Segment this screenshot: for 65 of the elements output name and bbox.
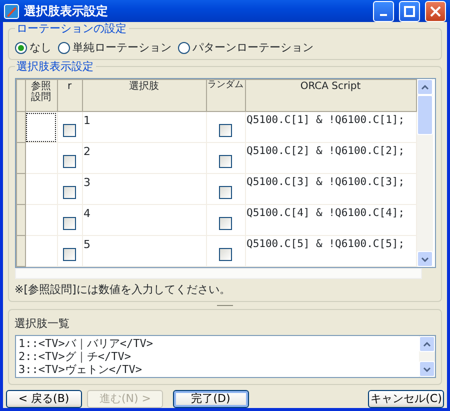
choice-text-cell[interactable]: 2	[82, 142, 206, 174]
choice-text-cell[interactable]: 3	[82, 174, 206, 205]
vertical-scrollbar[interactable]	[416, 79, 432, 268]
scroll-down-icon[interactable]	[418, 361, 434, 377]
radio-label[interactable]: 単純ローテーション	[72, 40, 172, 57]
checkbox[interactable]	[219, 217, 232, 230]
close-button[interactable]	[425, 0, 446, 22]
script-cell[interactable]: Q5100.C[3] & !Q6100.C[3];	[245, 174, 416, 205]
checkbox[interactable]	[63, 186, 76, 200]
choice-text-cell[interactable]: 4	[82, 204, 206, 236]
reference-cell[interactable]	[25, 204, 57, 236]
radio-label[interactable]: なし	[30, 40, 52, 57]
dialog-button[interactable]: < 戻る(B)	[6, 390, 82, 408]
column-header[interactable]: 選択肢	[82, 80, 206, 112]
reference-cell[interactable]	[25, 236, 57, 267]
checkbox[interactable]	[63, 124, 76, 138]
script-cell[interactable]: Q5100.C[2] & !Q6100.C[2];	[245, 142, 416, 174]
checkbox[interactable]	[219, 124, 232, 138]
minimize-icon	[380, 14, 387, 16]
script-cell[interactable]: Q5100.C[1] & !Q6100.C[1];	[245, 112, 416, 143]
checkbox[interactable]	[219, 155, 232, 168]
script-cell[interactable]: Q5100.C[5] & !Q6100.C[5];	[245, 236, 416, 267]
scroll-up-icon[interactable]	[418, 336, 434, 352]
choice-text-cell[interactable]: 1	[82, 112, 206, 143]
splitter-grip-icon[interactable]	[217, 304, 233, 308]
checkbox[interactable]	[219, 248, 232, 262]
choice-text-cell[interactable]: 5	[82, 236, 206, 267]
reference-cell[interactable]	[25, 112, 57, 143]
radio-button[interactable]	[178, 42, 190, 54]
checkbox[interactable]	[63, 155, 76, 168]
dialog-button[interactable]: 完了(D)	[172, 390, 249, 408]
group-label: 選択肢表示設定	[14, 60, 96, 73]
checkbox[interactable]	[63, 217, 76, 230]
dialog-button[interactable]: キャンセル(C)	[368, 390, 444, 408]
column-header[interactable]: 参照設問	[25, 80, 57, 112]
radio-label[interactable]: パターンローテーション	[192, 40, 314, 57]
group-label: 選択肢一覧	[14, 316, 70, 332]
close-icon	[430, 6, 441, 17]
vertical-scrollbar[interactable]	[418, 336, 434, 377]
reference-cell[interactable]	[25, 174, 57, 205]
column-header[interactable]: ランダム	[206, 80, 245, 112]
choice-list-field[interactable]: 1::<TV>バ｜バリア</TV> 2::<TV>グ｜チ</TV> 3::<TV>ヴェトン</TV>	[14, 335, 436, 378]
scroll-down-icon[interactable]	[416, 251, 432, 268]
row-header-corner	[16, 80, 25, 112]
scroll-thumb[interactable]	[416, 95, 432, 136]
radio-button[interactable]	[58, 42, 70, 54]
checkbox[interactable]	[63, 248, 76, 262]
reference-cell[interactable]	[25, 142, 57, 174]
checkbox[interactable]	[219, 186, 232, 200]
group-label: ローテーションの設定	[14, 22, 128, 35]
list-line: 2::<TV>グ｜チ</TV>	[18, 350, 132, 363]
note-text: ※[参照設問]には数値を入力してください。	[14, 282, 232, 298]
horizontal-scrollbar[interactable]	[14, 268, 422, 280]
minimize-button[interactable]	[373, 0, 394, 22]
list-line: 3::<TV>ヴェトン</TV>	[18, 363, 143, 376]
script-cell[interactable]: Q5100.C[4] & !Q6100.C[4];	[245, 204, 416, 236]
radio-button[interactable]	[14, 42, 26, 54]
list-line: 1::<TV>バ｜バリア</TV>	[18, 337, 154, 350]
column-header[interactable]: r	[57, 80, 82, 112]
scroll-up-icon[interactable]	[416, 79, 432, 96]
maximize-button[interactable]	[399, 0, 420, 22]
column-header[interactable]: ORCA Script	[245, 80, 416, 112]
maximize-icon	[404, 6, 415, 17]
app-icon	[4, 4, 19, 19]
window-title: 選択肢表示設定	[24, 3, 109, 20]
